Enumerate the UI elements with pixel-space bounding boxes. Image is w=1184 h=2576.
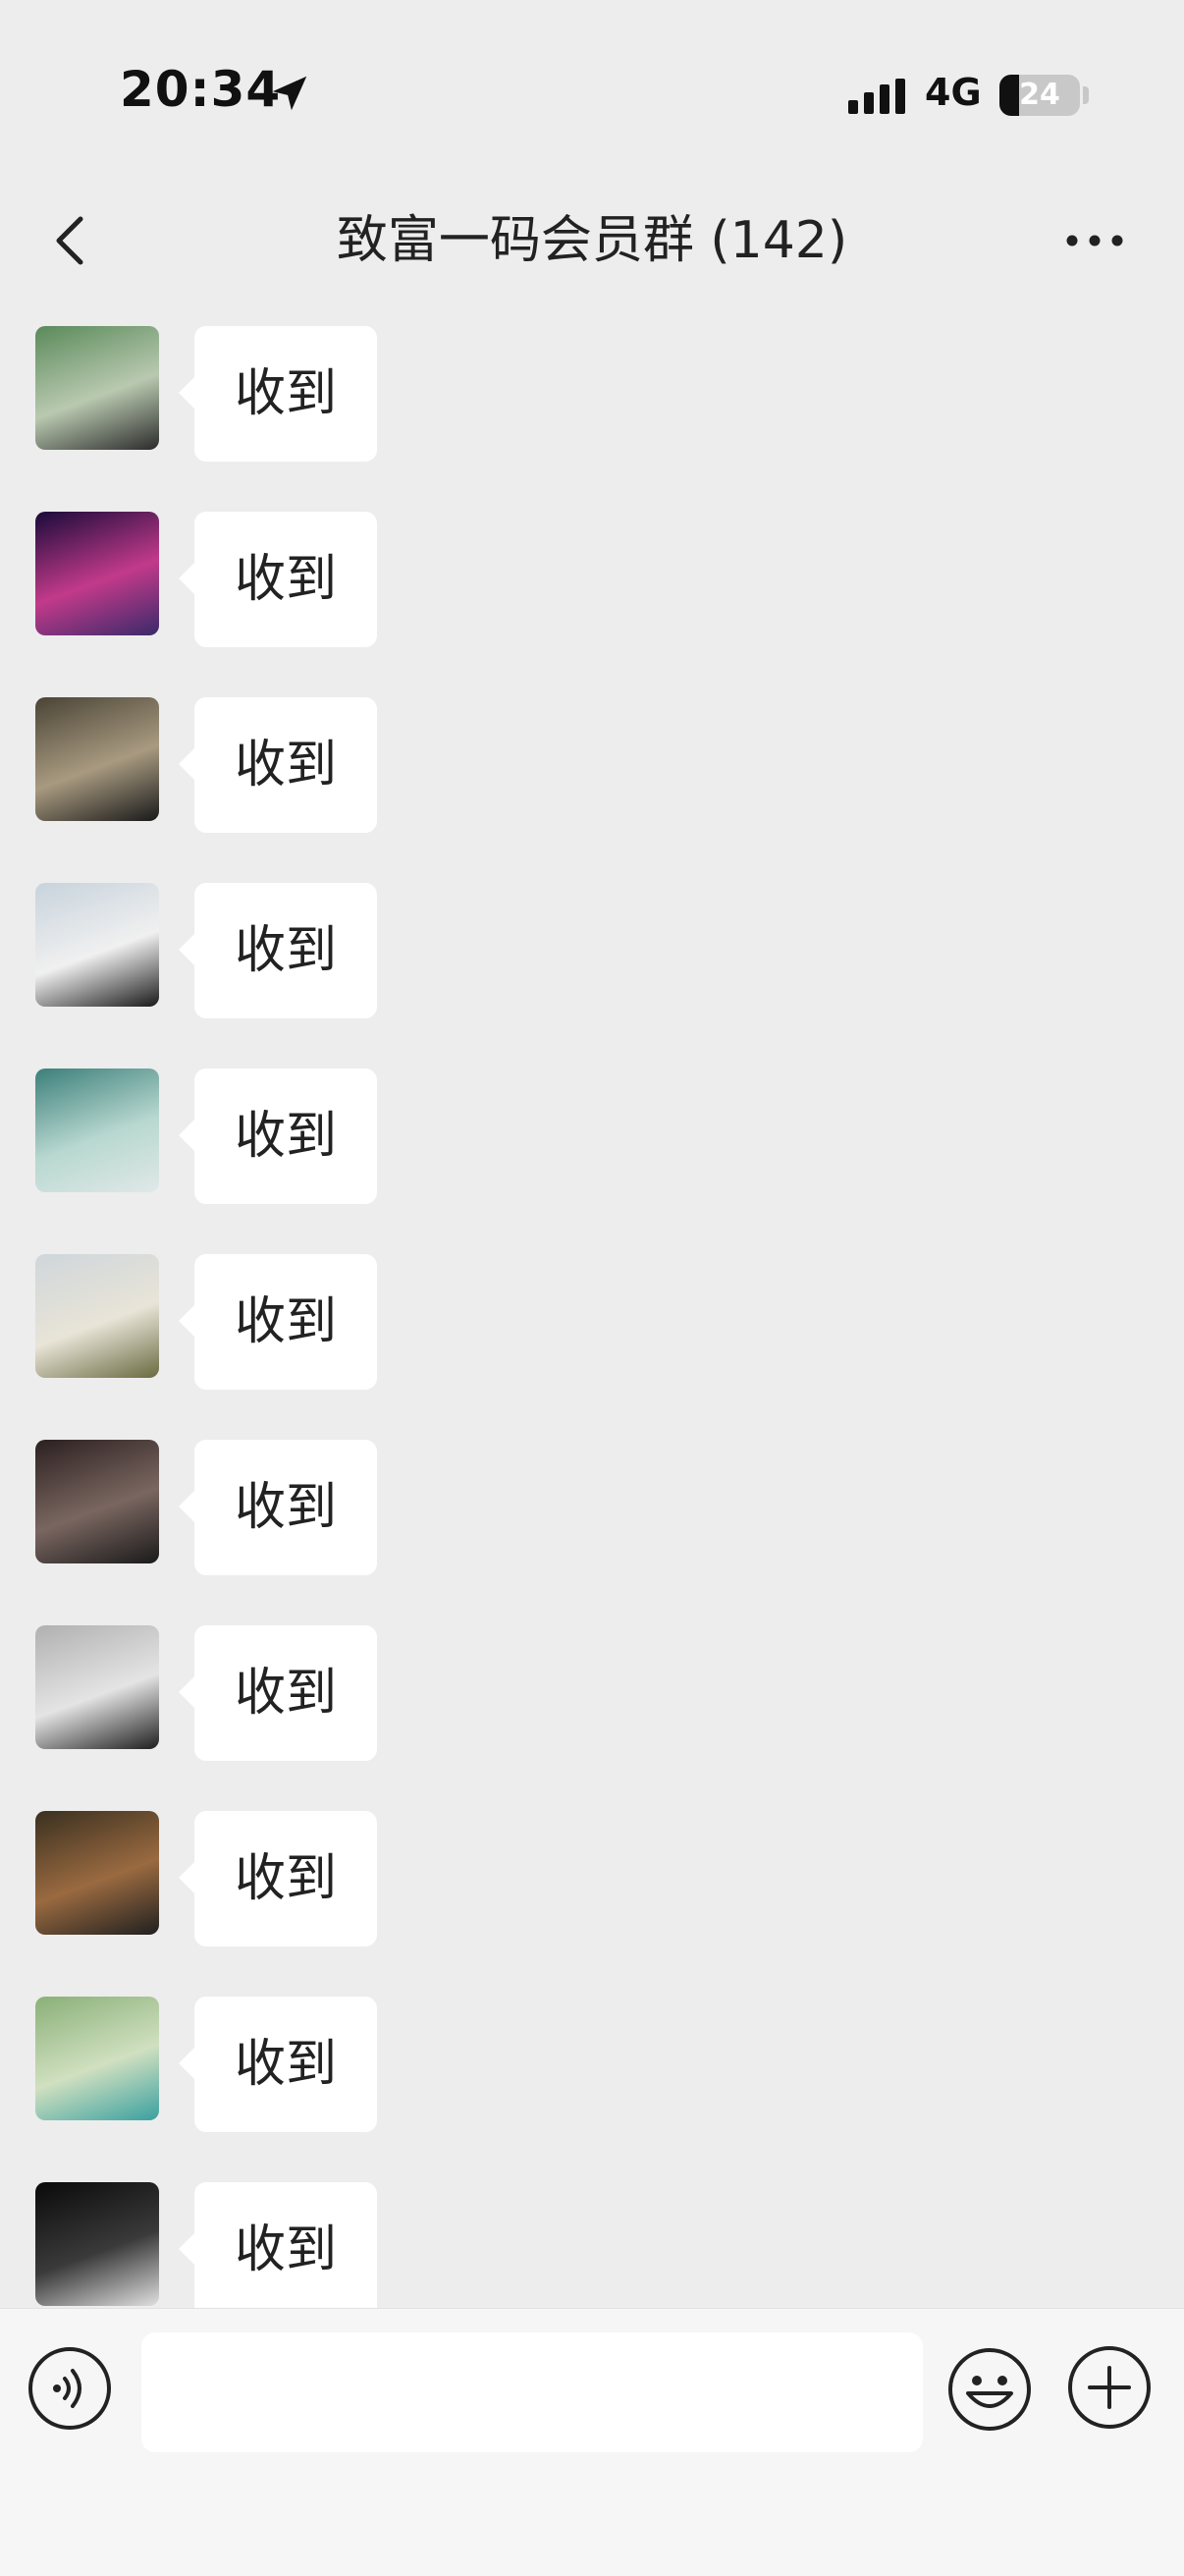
message-bubble[interactable]: 收到: [179, 1254, 377, 1390]
message-text: 收到: [234, 1107, 337, 1166]
battery-nub: [1083, 86, 1089, 104]
voice-icon: [28, 2347, 111, 2430]
network-type: 4G: [925, 71, 982, 114]
message-bubble[interactable]: 收到: [179, 883, 377, 1018]
more-dots-icon: [1066, 235, 1123, 247]
plus-circle-icon: [1068, 2346, 1151, 2429]
message-row: 收到: [0, 851, 1184, 1018]
avatar[interactable]: [35, 1069, 159, 1192]
message-row: 收到: [0, 1965, 1184, 2132]
message-list[interactable]: 收到 收到 收到 收到 收到 收到 收到 收到 收到 收到 收到: [0, 295, 1184, 2308]
message-text: 收到: [234, 736, 337, 795]
message-row: 收到: [0, 1594, 1184, 1761]
message-bubble[interactable]: 收到: [179, 326, 377, 462]
message-row: 收到: [0, 2151, 1184, 2308]
message-row: 收到: [0, 480, 1184, 647]
message-bubble[interactable]: 收到: [179, 512, 377, 647]
message-bubble[interactable]: 收到: [179, 697, 377, 833]
message-input[interactable]: [141, 2332, 923, 2452]
emoji-button[interactable]: [946, 2346, 1033, 2433]
message-bubble[interactable]: 收到: [179, 1997, 377, 2132]
battery-icon: 24: [999, 75, 1080, 116]
message-text: 收到: [234, 921, 337, 980]
location-arrow-icon: [272, 76, 307, 111]
message-bubble[interactable]: 收到: [179, 1069, 377, 1204]
plus-button[interactable]: [1066, 2344, 1153, 2431]
message-text: 收到: [234, 2035, 337, 2094]
avatar[interactable]: [35, 697, 159, 821]
avatar[interactable]: [35, 1811, 159, 1935]
avatar[interactable]: [35, 2182, 159, 2306]
more-button[interactable]: [1050, 201, 1139, 280]
message-bubble[interactable]: 收到: [179, 1440, 377, 1575]
message-text: 收到: [234, 1664, 337, 1723]
battery-percent: 24: [1019, 78, 1060, 112]
status-bar: 20:34 4G 24: [0, 0, 1184, 187]
message-bubble[interactable]: 收到: [179, 1811, 377, 1946]
cellular-signal-icon: [848, 79, 905, 114]
message-text: 收到: [234, 1292, 337, 1351]
avatar[interactable]: [35, 1997, 159, 2120]
message-row: 收到: [0, 666, 1184, 833]
avatar[interactable]: [35, 883, 159, 1007]
emoji-icon: [948, 2348, 1031, 2431]
message-text: 收到: [234, 2220, 337, 2279]
message-text: 收到: [234, 1849, 337, 1908]
avatar[interactable]: [35, 1254, 159, 1378]
status-time: 20:34: [120, 61, 282, 118]
message-row: 收到: [0, 295, 1184, 462]
avatar[interactable]: [35, 512, 159, 635]
avatar[interactable]: [35, 1625, 159, 1749]
message-row: 收到: [0, 1408, 1184, 1575]
message-text: 收到: [234, 364, 337, 423]
avatar[interactable]: [35, 326, 159, 450]
voice-button[interactable]: [27, 2346, 112, 2431]
message-bubble[interactable]: 收到: [179, 2182, 377, 2308]
back-button[interactable]: [29, 201, 108, 280]
chat-title: 致富一码会员群 (142): [336, 211, 848, 270]
input-bar: [0, 2308, 1184, 2576]
message-row: 收到: [0, 1223, 1184, 1390]
message-text: 收到: [234, 1478, 337, 1537]
message-text: 收到: [234, 550, 337, 609]
message-row: 收到: [0, 1037, 1184, 1204]
chevron-left-icon: [56, 216, 83, 265]
message-row: 收到: [0, 1780, 1184, 1946]
avatar[interactable]: [35, 1440, 159, 1563]
message-bubble[interactable]: 收到: [179, 1625, 377, 1761]
